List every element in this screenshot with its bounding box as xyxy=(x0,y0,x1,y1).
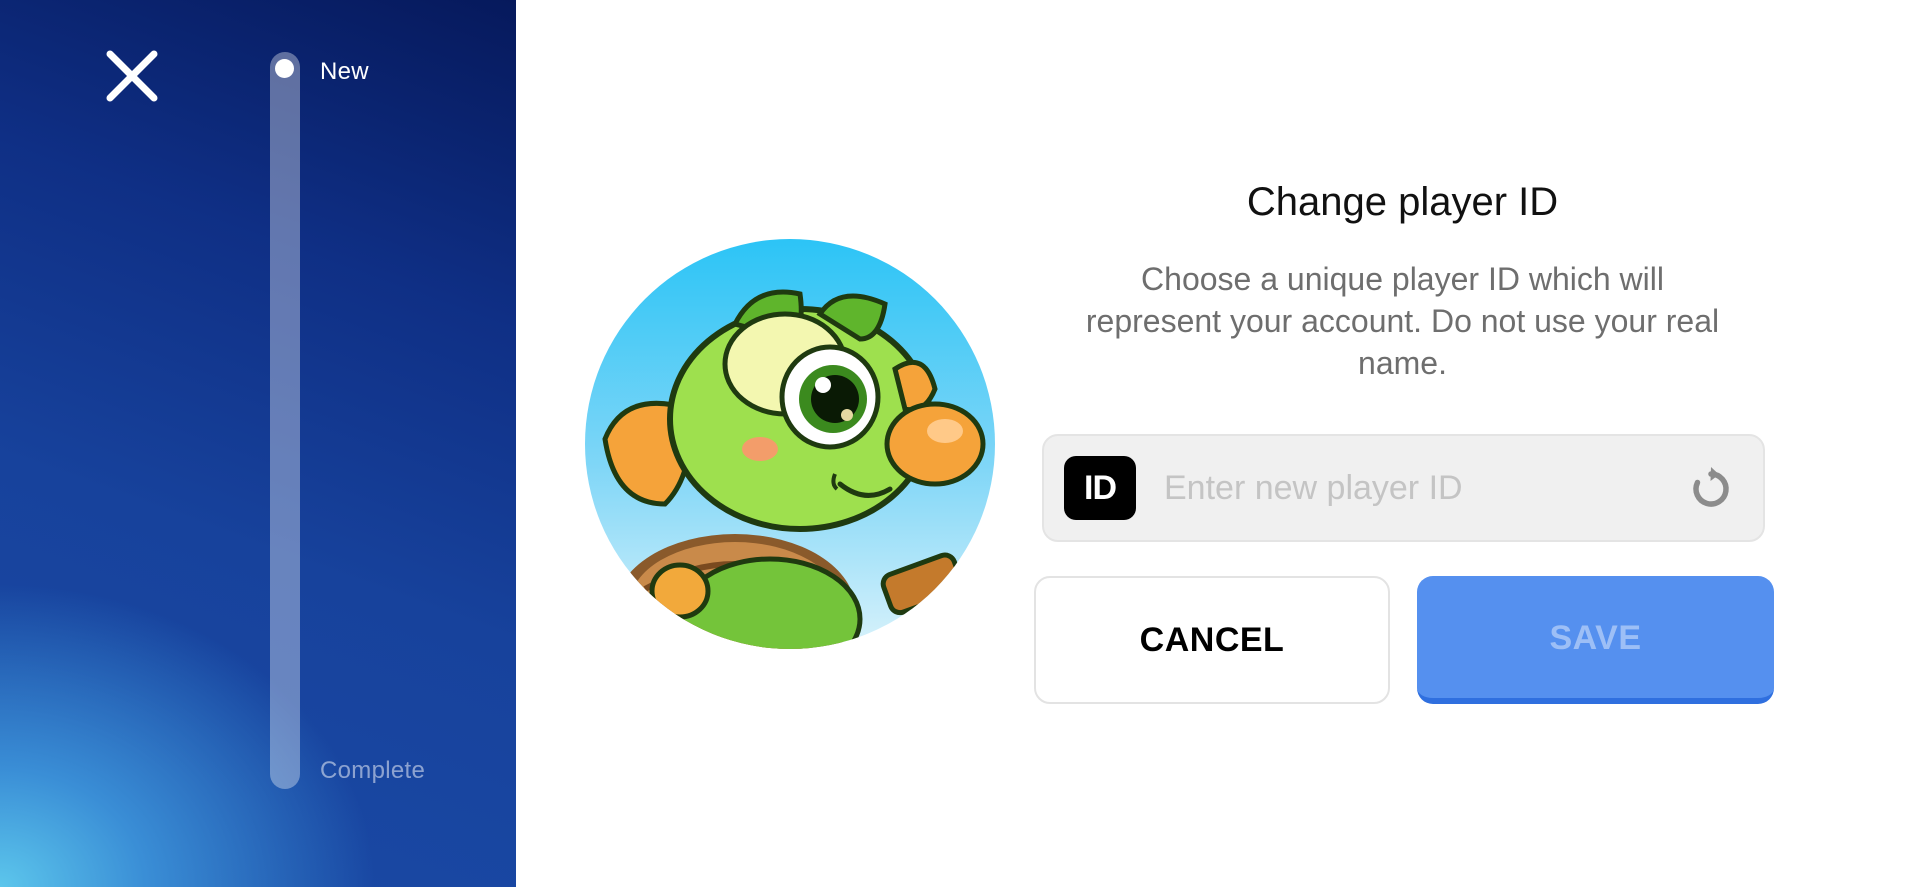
refresh-button[interactable] xyxy=(1688,466,1734,512)
player-id-input[interactable] xyxy=(1164,458,1684,518)
id-badge-icon: ID xyxy=(1064,456,1136,520)
progress-marker xyxy=(275,59,294,78)
player-id-field[interactable]: ID xyxy=(1042,434,1765,542)
change-player-id-screen: New Complete Change player ID Choose a u… xyxy=(0,0,1920,887)
close-button[interactable] xyxy=(104,48,160,104)
stage-label-complete: Complete xyxy=(320,757,426,784)
dialog-description: Choose a unique player ID which will rep… xyxy=(1085,261,1720,381)
cancel-button[interactable]: CANCEL xyxy=(1034,576,1390,704)
close-icon xyxy=(106,50,158,102)
dialog-title: Change player ID xyxy=(1246,180,1559,224)
progress-track xyxy=(270,52,300,789)
save-button[interactable]: SAVE xyxy=(1417,576,1774,704)
refresh-icon xyxy=(1693,467,1729,507)
green-turtle-avatar-icon xyxy=(585,239,995,649)
progress-side-panel: New Complete xyxy=(0,0,516,887)
player-avatar xyxy=(585,239,995,649)
stage-label-new: New xyxy=(320,58,369,85)
